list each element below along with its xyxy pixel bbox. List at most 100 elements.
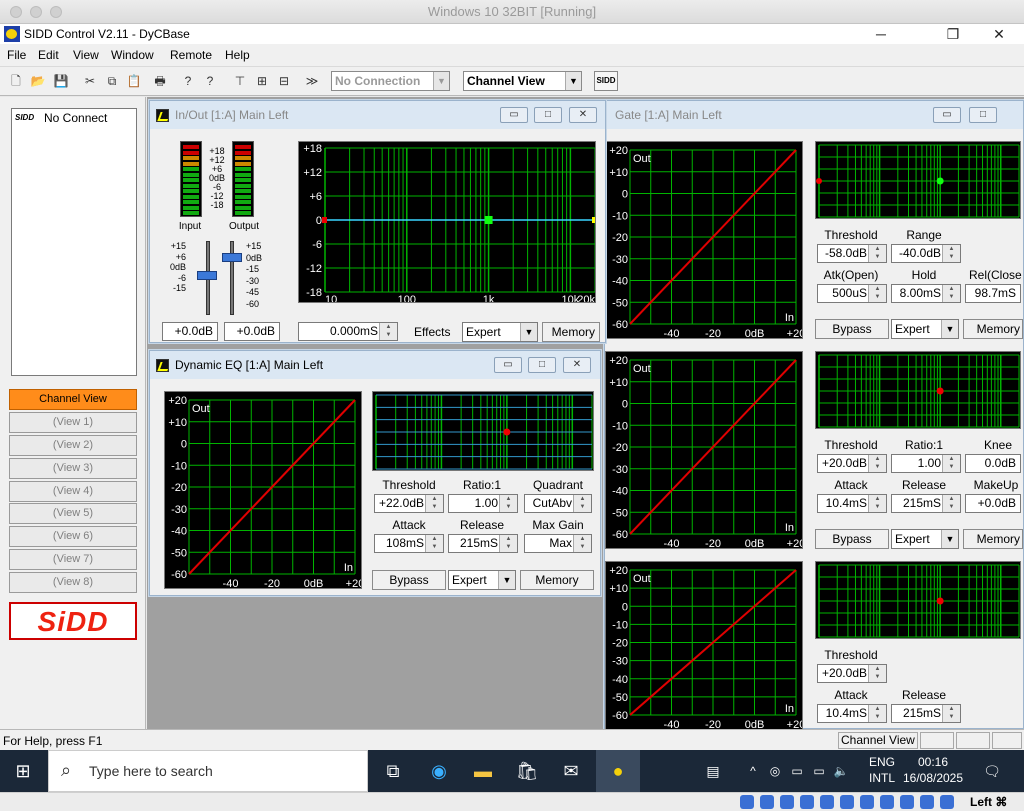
deq-memory-button[interactable]: Memory [520, 570, 594, 590]
limiter-attack-field[interactable]: 10.4mS [817, 704, 887, 723]
comp-attack-field[interactable]: 10.4mS [817, 494, 887, 513]
help-icon[interactable]: ? [180, 73, 196, 89]
gate-threshold-field[interactable]: -58.0dB [817, 244, 887, 263]
close-icon[interactable]: ✕ [569, 107, 597, 123]
inout-titlebar[interactable]: In/Out [1:A] Main Left ▭ □ ✕ [150, 101, 605, 129]
paste-icon[interactable]: 📋 [126, 73, 142, 89]
output-gain-field[interactable]: +0.0dB [224, 322, 280, 341]
output-fader-knob[interactable] [222, 253, 242, 262]
network-icon[interactable]: ▭ [810, 758, 828, 784]
display-icon[interactable] [860, 795, 874, 809]
network-icon[interactable]: ⊞ [254, 73, 270, 89]
hdd-icon[interactable] [740, 795, 754, 809]
deq-quadrant-field[interactable]: CutAbv [524, 494, 592, 513]
input-fader-knob[interactable] [197, 271, 217, 280]
new-icon[interactable]: 🗋 [8, 73, 24, 89]
deq-maxgain-field[interactable]: Max [524, 534, 592, 553]
view-6-button[interactable]: (View 6) [9, 526, 137, 547]
file-explorer-icon[interactable]: ▬ [470, 758, 496, 784]
menu-help[interactable]: Help [225, 48, 250, 62]
view-4-button[interactable]: (View 4) [9, 481, 137, 502]
deq-mode-select[interactable]: Expert [448, 570, 516, 590]
connection-list[interactable]: SIDD No Connect [11, 108, 137, 376]
context-help-icon[interactable]: ? [202, 73, 218, 89]
deq-ratio-field[interactable]: 1.00 [448, 494, 518, 513]
close-icon[interactable]: ✕ [976, 24, 1022, 44]
print-icon[interactable]: 🖶 [152, 73, 168, 89]
input-gain-field[interactable]: +0.0dB [162, 322, 218, 341]
copy-icon[interactable]: ⧉ [104, 73, 120, 89]
comp-threshold-field[interactable]: +20.0dB [817, 454, 887, 473]
device-icon[interactable]: ▭ [788, 758, 806, 784]
store-icon[interactable]: 🛍 [514, 758, 540, 784]
minimize-icon[interactable]: ▭ [933, 107, 961, 123]
taskbar-search[interactable]: ⌕ Type here to search [48, 750, 368, 792]
news-icon[interactable]: ▤ [700, 758, 726, 784]
comp-knee-field[interactable]: 0.0dB [965, 454, 1021, 473]
deq-threshold-field[interactable]: +22.0dB [374, 494, 444, 513]
deq-bypass-button[interactable]: Bypass [372, 570, 446, 590]
usb-icon[interactable] [820, 795, 834, 809]
gate-range-field[interactable]: -40.0dB [891, 244, 961, 263]
deq-titlebar[interactable]: Dynamic EQ [1:A] Main Left ▭ □ ✕ [150, 351, 600, 379]
delay-field[interactable]: 0.000mS [298, 322, 398, 341]
network-status-icon[interactable] [800, 795, 814, 809]
view-1-button[interactable]: (View 1) [9, 412, 137, 433]
view-select[interactable]: Channel View ▼ [463, 71, 582, 91]
shared-folder-icon[interactable] [840, 795, 854, 809]
view-5-button[interactable]: (View 5) [9, 503, 137, 524]
recording-icon[interactable] [880, 795, 894, 809]
minimize-icon[interactable]: ─ [858, 24, 904, 44]
channel-view-button[interactable]: Channel View [9, 389, 137, 410]
optical-icon[interactable] [760, 795, 774, 809]
cpu-icon[interactable] [900, 795, 914, 809]
comp-ratio-field[interactable]: 1.00 [891, 454, 961, 473]
gate-rel-field[interactable]: 98.7mS [965, 284, 1021, 303]
taskbar-clock[interactable]: 00:16 16/08/2025 [898, 754, 968, 786]
forward-icon[interactable]: ≫ [304, 73, 320, 89]
maximize-icon[interactable]: □ [969, 107, 997, 123]
route-icon[interactable]: ⊟ [276, 73, 292, 89]
menu-file[interactable]: File [7, 48, 26, 62]
close-icon[interactable]: ✕ [563, 357, 591, 373]
limiter-threshold-field[interactable]: +20.0dB [817, 664, 887, 683]
minimize-icon[interactable]: ▭ [494, 357, 522, 373]
sidd-taskbar-icon[interactable]: ● [596, 750, 640, 792]
gate-bypass-button[interactable]: Bypass [815, 319, 889, 339]
inout-mode-select[interactable]: Expert [462, 322, 538, 342]
gate-mode-select[interactable]: Expert [891, 319, 959, 339]
edge-icon[interactable]: ◉ [426, 758, 452, 784]
keyboard-capture-icon[interactable] [940, 795, 954, 809]
gate-titlebar[interactable]: Gate [1:A] Main Left ▭ □ [605, 101, 1023, 129]
chevron-up-icon[interactable]: ^ [744, 758, 762, 784]
connection-select[interactable]: No Connection ▼ [331, 71, 450, 91]
comp-mode-select[interactable]: Expert [891, 529, 959, 549]
restore-icon[interactable]: ❐ [930, 24, 976, 44]
view-3-button[interactable]: (View 3) [9, 458, 137, 479]
sidd-button[interactable]: SIDD [594, 71, 618, 91]
comp-bypass-button[interactable]: Bypass [815, 529, 889, 549]
menu-remote[interactable]: Remote [170, 48, 212, 62]
cut-icon[interactable]: ✂ [82, 73, 98, 89]
comp-makeup-field[interactable]: +0.0dB [965, 494, 1021, 513]
view-7-button[interactable]: (View 7) [9, 549, 137, 570]
deq-release-field[interactable]: 215mS [448, 534, 518, 553]
audio-icon[interactable] [780, 795, 794, 809]
mail-icon[interactable]: ✉ [558, 758, 584, 784]
task-view-icon[interactable]: ⧉ [380, 758, 406, 784]
comp-memory-button[interactable]: Memory [963, 529, 1023, 549]
windows-start-icon[interactable]: ⊞ [10, 758, 36, 784]
menu-window[interactable]: Window [111, 48, 154, 62]
language-indicator[interactable]: ENG INTL [864, 754, 900, 786]
link-icon[interactable]: ⊤ [232, 73, 248, 89]
gate-memory-button[interactable]: Memory [963, 319, 1023, 339]
deq-attack-field[interactable]: 108mS [374, 534, 444, 553]
volume-icon[interactable]: 🔈 [832, 758, 850, 784]
notification-icon[interactable]: 🗨 [980, 758, 1004, 784]
open-icon[interactable]: 📂 [30, 73, 46, 89]
minimize-icon[interactable]: ▭ [500, 107, 528, 123]
inout-memory-button[interactable]: Memory [542, 322, 600, 342]
camera-icon[interactable]: ◎ [766, 758, 784, 784]
maximize-icon[interactable]: □ [528, 357, 556, 373]
menu-view[interactable]: View [73, 48, 99, 62]
